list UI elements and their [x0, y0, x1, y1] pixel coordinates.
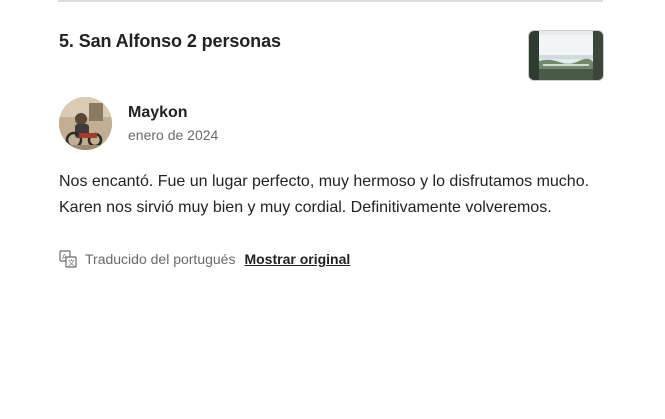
review-panel: 5. San Alfonso 2 personas Maykon enero d…	[0, 0, 665, 419]
review-date: enero de 2024	[128, 127, 219, 143]
review-text: Nos encantó. Fue un lugar perfecto, muy …	[59, 173, 590, 216]
listing-thumbnail[interactable]	[528, 30, 604, 81]
translated-label: Traducido del portugués	[85, 251, 236, 267]
show-original-link[interactable]: Mostrar original	[244, 251, 350, 267]
svg-text:文: 文	[68, 258, 75, 267]
reviewer-avatar[interactable]	[59, 97, 112, 150]
translation-notice: A 文 Traducido del portugués Mostrar orig…	[59, 249, 350, 269]
listing-title[interactable]: 5. San Alfonso 2 personas	[59, 31, 281, 52]
top-divider	[58, 0, 603, 2]
translate-icon: A 文	[59, 250, 77, 268]
reviewer-name: Maykon	[128, 104, 188, 121]
reviewer-avatar-photo-icon	[59, 97, 112, 150]
reviewer-info: Maykon enero de 2024	[59, 97, 459, 153]
apartment-photo-icon	[529, 31, 603, 80]
